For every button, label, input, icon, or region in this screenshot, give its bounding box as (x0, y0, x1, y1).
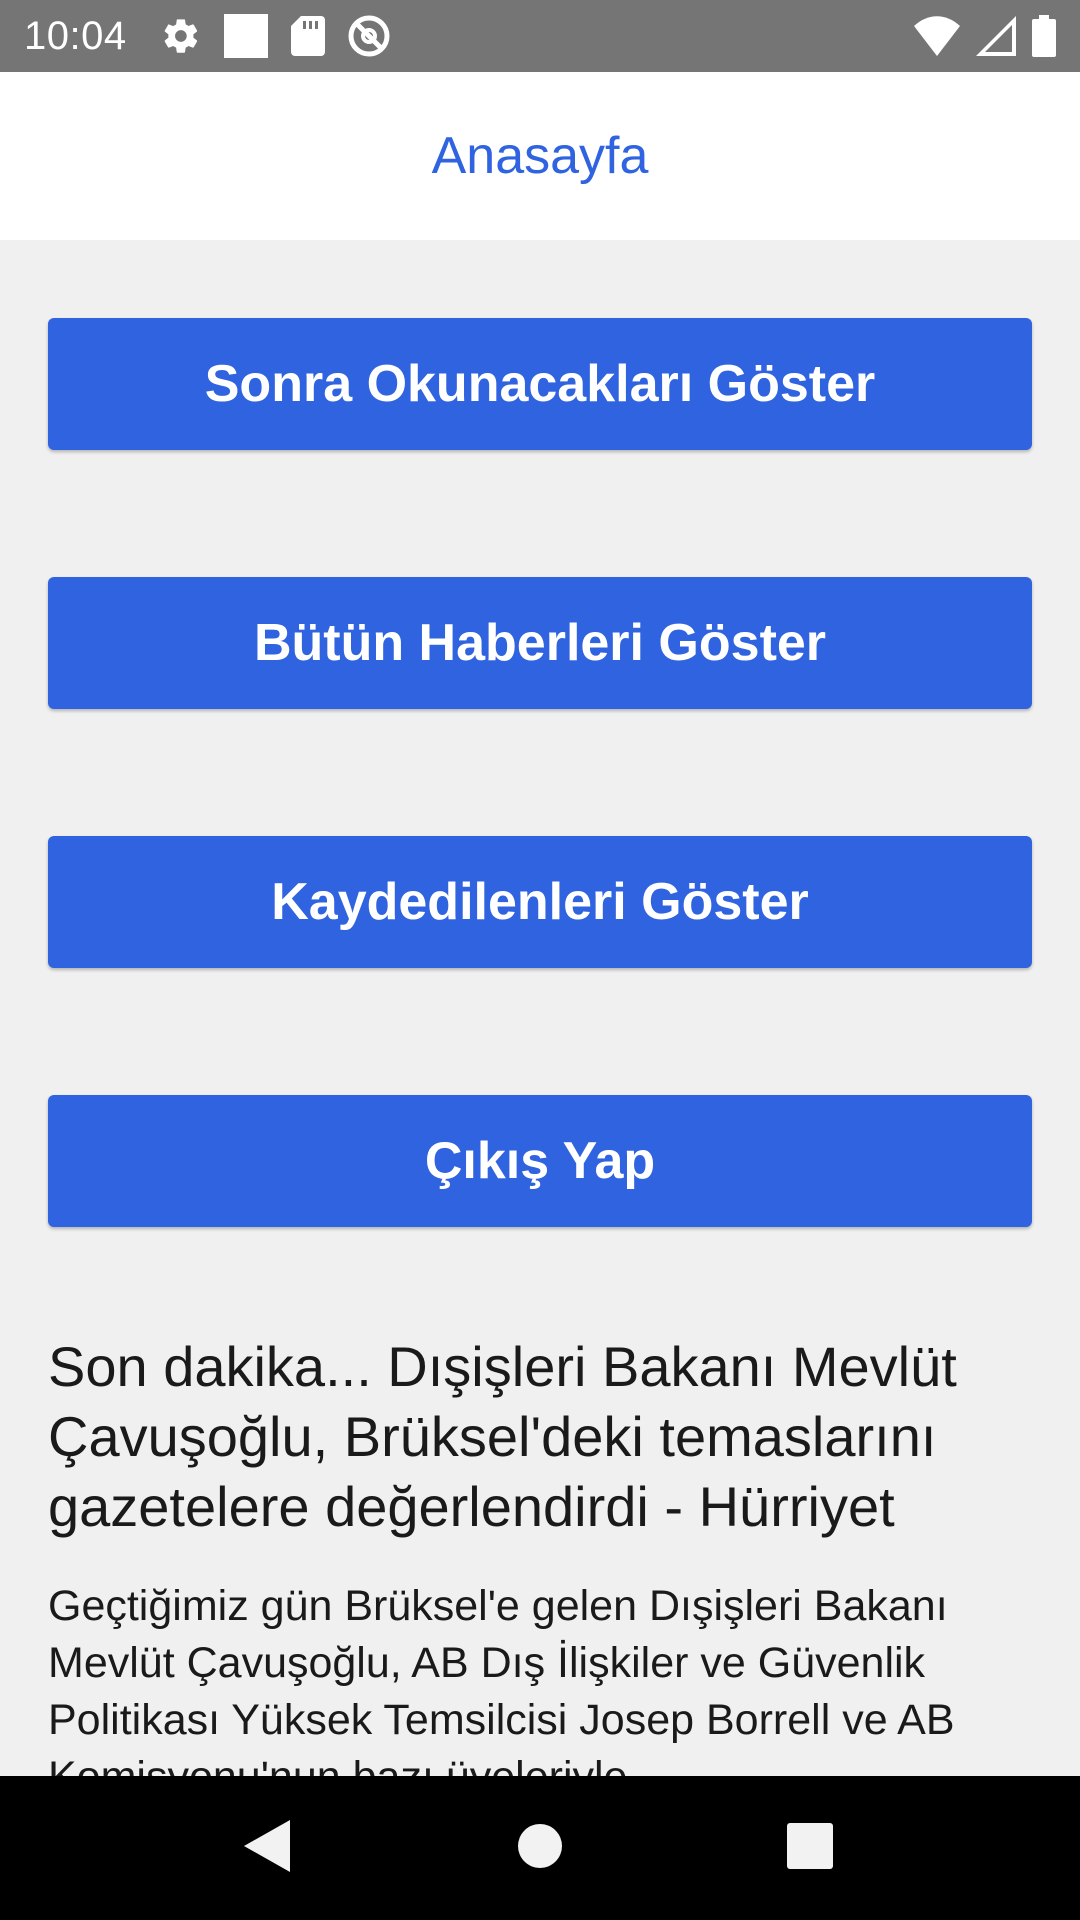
recents-button[interactable] (750, 1776, 870, 1920)
main-content: Sonra Okunacakları Göster Bütün Haberler… (0, 240, 1080, 1776)
settings-gear-icon (161, 16, 201, 56)
back-button[interactable] (207, 1776, 327, 1920)
home-button[interactable] (480, 1776, 600, 1920)
wifi-icon (914, 16, 960, 56)
cellular-signal-icon (976, 16, 1016, 56)
square-notification-icon (223, 13, 269, 59)
logout-button[interactable]: Çıkış Yap (48, 1095, 1032, 1227)
news-summary[interactable]: Geçtiğimiz gün Brüksel'e gelen Dışişleri… (48, 1578, 1038, 1776)
back-icon (244, 1819, 290, 1877)
do-not-disturb-icon (347, 14, 391, 58)
show-all-news-button[interactable]: Bütün Haberleri Göster (48, 577, 1032, 709)
app-header: Anasayfa (0, 72, 1080, 240)
page-title: Anasayfa (431, 127, 649, 185)
news-headline[interactable]: Son dakika... Dışişleri Bakanı Mevlüt Ça… (48, 1332, 1038, 1542)
status-bar: 10:04 (0, 0, 1080, 72)
navigation-bar (0, 1776, 1080, 1920)
show-saved-button[interactable]: Kaydedilenleri Göster (48, 836, 1032, 968)
show-read-later-button[interactable]: Sonra Okunacakları Göster (48, 318, 1032, 450)
sd-card-icon (290, 16, 325, 56)
status-time: 10:04 (24, 13, 127, 58)
battery-icon (1032, 15, 1056, 57)
home-icon (517, 1823, 563, 1874)
recents-icon (787, 1822, 833, 1874)
